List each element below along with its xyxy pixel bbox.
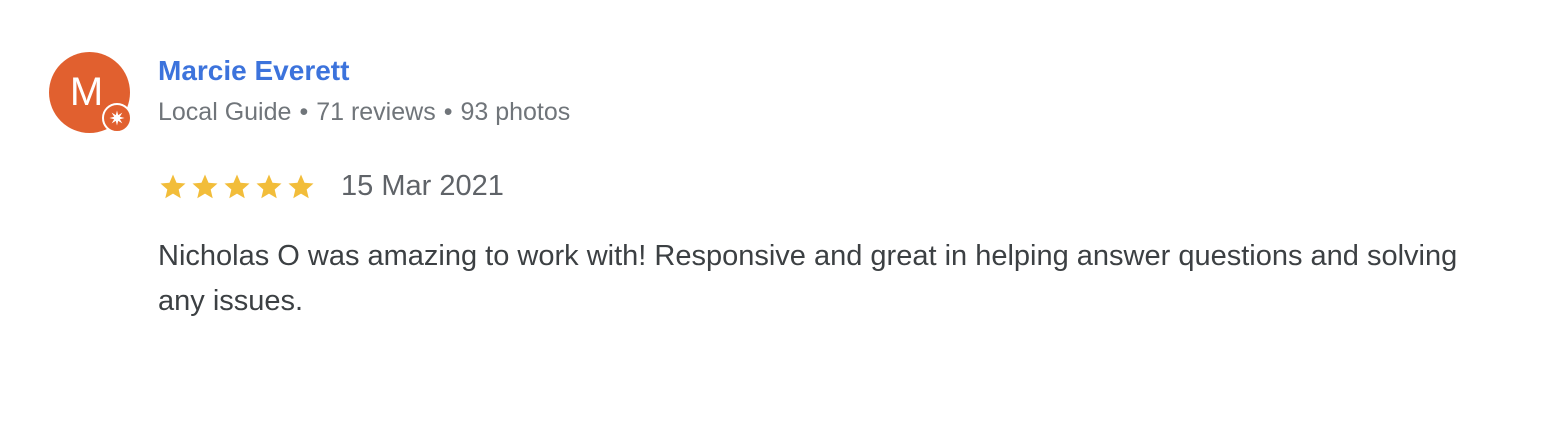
review-card: M Marcie Everett Local Guide • 71 reviews •… [0,0,1543,427]
star-icon [224,174,250,199]
star-icon [192,174,218,199]
avatar-initial: M [69,70,104,114]
star-icon [256,174,282,199]
star-icon [160,174,186,199]
review-text: Nicholas O was amazing to work with! Res… [158,240,1458,317]
star-icon [288,174,314,199]
local-guide-badge-icon [102,103,132,133]
reviewer-meta: Local Guide • 71 reviews • 93 photos [158,98,570,127]
separator-dot: • [299,98,309,126]
star-burst-icon [109,110,125,126]
reviewer-level: Local Guide [158,98,292,126]
reviewer-photo-count: 93 photos [460,98,571,126]
reviewer-name-link[interactable]: Marcie Everett [158,55,349,87]
separator-dot: • [443,98,453,126]
star-rating [158,172,316,202]
avatar[interactable]: M [49,52,132,133]
reviewer-review-count: 71 reviews [316,98,436,126]
review-date: 15 Mar 2021 [341,170,504,202]
